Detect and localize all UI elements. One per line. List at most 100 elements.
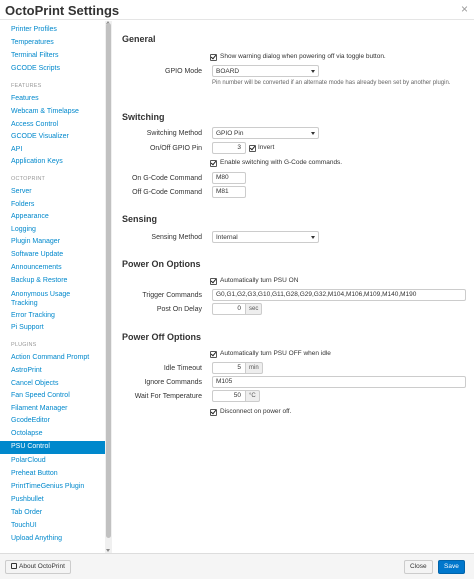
invert-checkbox[interactable] [249,145,256,152]
sidebar-item-backup-restore[interactable]: Backup & Restore [11,277,67,284]
sidebar-item-api[interactable]: API [11,146,22,153]
gcode-switching-checkbox[interactable] [210,160,217,167]
sidebar-item-folders[interactable]: Folders [11,201,34,208]
sidebar-item-preheat-button[interactable]: Preheat Button [11,470,58,477]
sidebar-item-printtimegenius[interactable]: PrintTimeGenius Plugin [11,483,84,490]
ignore-commands-label: Ignore Commands [144,379,202,386]
dialog-title: OctoPrint Settings [5,3,120,18]
about-octoprint-button[interactable]: About OctoPrint [5,560,71,574]
sidebar-item-access-control[interactable]: Access Control [11,121,58,128]
sidebar-item-printer-profiles[interactable]: Printer Profiles [11,26,57,33]
sidebar-item-logging[interactable]: Logging [11,226,36,233]
sidebar-item-anonymous-usage-tracking[interactable]: Anonymous Usage Tracking [11,290,96,308]
switching-method-label: Switching Method [146,130,202,137]
off-gcode-input[interactable]: M81 [212,186,246,198]
trigger-commands-input[interactable]: G0,G1,G2,G3,G10,G11,G28,G29,G32,M104,M10… [212,289,466,301]
sensing-method-value: Internal [216,234,238,241]
sidebar-item-tab-order[interactable]: Tab Order [11,509,42,516]
sidebar-item-appearance[interactable]: Appearance [11,213,49,220]
auto-off-checkbox[interactable] [210,351,217,358]
sidebar-item-octolapse[interactable]: Octolapse [11,430,43,437]
gpio-mode-value: BOARD [216,68,240,75]
sidebar-item-touchui[interactable]: TouchUI [11,522,37,529]
gcode-switching-label: Enable switching with G-Code commands. [220,159,343,166]
sidebar-item-application-keys[interactable]: Application Keys [11,158,63,165]
post-on-delay-label: Post On Delay [156,306,202,313]
sidebar-item-pi-support[interactable]: Pi Support [11,324,44,331]
info-icon [11,563,17,569]
sidebar-item-cancel-objects[interactable]: Cancel Objects [11,380,58,387]
invert-label: Invert [258,144,275,151]
sidebar-item-upload-anything[interactable]: Upload Anything [11,535,62,542]
gpio-pin-label: On/Off GPIO Pin [149,145,202,152]
ignore-commands-input[interactable]: M105 [212,376,466,388]
sidebar-item-webcam[interactable]: Webcam & Timelapse [11,108,79,115]
on-gcode-input[interactable]: M80 [212,172,246,184]
sidebar-item-filament-manager[interactable]: Filament Manager [11,405,67,412]
scrollbar-thumb[interactable] [106,23,111,538]
chevron-down-icon [311,132,315,135]
disconnect-label: Disconnect on power off. [220,408,292,415]
section-power-off-heading: Power Off Options [122,332,202,342]
sidebar-item-features[interactable]: Features [11,95,39,102]
gpio-mode-select[interactable]: BOARD [212,65,319,77]
warning-dialog-checkbox[interactable] [210,54,217,61]
section-general-heading: General [122,34,156,44]
section-sensing-heading: Sensing [122,214,158,224]
gpio-mode-label: GPIO Mode [165,68,202,75]
auto-on-checkbox[interactable] [210,278,217,285]
auto-off-label: Automatically turn PSU OFF when idle [220,350,331,357]
sidebar-header-features: FEATURES [11,83,42,89]
dialog-footer: About OctoPrint Close Save [0,553,474,579]
sidebar-item-terminal-filters[interactable]: Terminal Filters [11,52,58,59]
scroll-down-icon[interactable] [106,549,110,552]
sidebar-item-gcode-scripts[interactable]: GCODE Scripts [11,65,60,72]
sidebar-item-psu-control[interactable]: PSU Control [0,441,105,454]
wait-temperature-label: Wait For Temperature [134,393,202,400]
auto-on-label: Automatically turn PSU ON [220,277,299,284]
sidebar-item-software-update[interactable]: Software Update [11,251,63,258]
gpio-mode-help: Pin number will be converted if an alter… [212,80,451,86]
sidebar-header-octoprint: OCTOPRINT [11,176,46,182]
sidebar-item-temperatures[interactable]: Temperatures [11,39,54,46]
wait-temperature-input[interactable]: 50 [212,390,246,402]
warning-dialog-label: Show warning dialog when powering off vi… [220,53,386,60]
sidebar-item-polarcloud[interactable]: PolarCloud [11,457,46,464]
sidebar-item-astroprint[interactable]: AstroPrint [11,367,42,374]
sidebar-item-gcodeeditor[interactable]: GcodeEditor [11,417,50,424]
trigger-commands-label: Trigger Commands [142,292,202,299]
sidebar-item-plugin-manager[interactable]: Plugin Manager [11,238,60,245]
gpio-pin-input[interactable]: 3 [212,142,246,154]
close-button[interactable]: Close [404,560,433,574]
sensing-method-label: Sensing Method [151,234,202,241]
section-power-on-heading: Power On Options [122,259,201,269]
off-gcode-label: Off G-Code Command [132,189,202,196]
about-octoprint-label: About OctoPrint [19,563,65,570]
idle-timeout-unit: min [246,362,263,374]
post-on-delay-unit: sec [246,303,263,315]
sidebar-item-action-command-prompt[interactable]: Action Command Prompt [11,354,89,361]
sidebar-item-gcode-visualizer[interactable]: GCODE Visualizer [11,133,69,140]
sidebar-item-pushbullet[interactable]: Pushbullet [11,496,44,503]
disconnect-checkbox[interactable] [210,409,217,416]
sidebar-scrollbar[interactable] [105,21,112,553]
save-button[interactable]: Save [438,560,465,574]
sidebar-item-announcements[interactable]: Announcements [11,264,62,271]
close-icon[interactable]: × [461,2,468,16]
sidebar-item-error-tracking[interactable]: Error Tracking [11,312,55,319]
post-on-delay-input[interactable]: 0 [212,303,246,315]
switching-method-select[interactable]: GPIO Pin [212,127,319,139]
idle-timeout-input[interactable]: 5 [212,362,246,374]
chevron-down-icon [311,236,315,239]
sensing-method-select[interactable]: Internal [212,231,319,243]
sidebar-item-server[interactable]: Server [11,188,32,195]
settings-sidebar: Printer Profiles Temperatures Terminal F… [0,21,105,553]
sidebar-header-plugins: PLUGINS [11,342,37,348]
sidebar-item-fan-speed-control[interactable]: Fan Speed Control [11,392,70,399]
on-gcode-label: On G-Code Command [131,175,202,182]
switching-method-value: GPIO Pin [216,130,244,137]
idle-timeout-label: Idle Timeout [163,365,202,372]
psu-control-settings: General Show warning dialog when powerin… [112,21,474,553]
sidebar-item-psu-control-label: PSU Control [11,443,50,450]
chevron-down-icon [311,70,315,73]
